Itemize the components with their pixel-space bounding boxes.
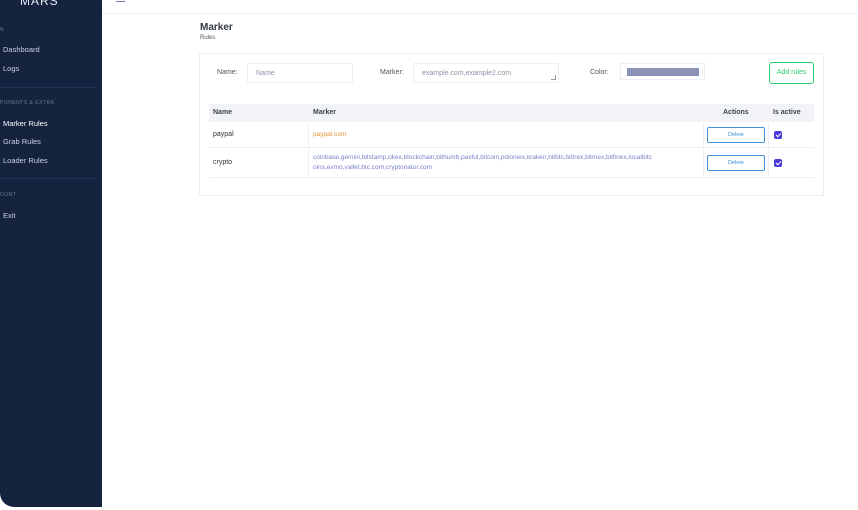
is-active-checkbox[interactable] — [774, 159, 782, 167]
rule-name: paypal — [213, 131, 234, 138]
rule-marker-line: oins,exmo,vallet.btc.com,cryptonator.com — [313, 164, 433, 171]
top-bar — [102, 0, 858, 14]
table-header: Name Marker Actions Is active — [209, 104, 814, 122]
color-picker[interactable] — [620, 63, 705, 80]
column-divider — [703, 123, 704, 178]
name-label: Name: — [217, 69, 238, 76]
marker-textarea[interactable]: example.com,example2.com — [413, 63, 559, 83]
menu-toggle-icon[interactable] — [116, 1, 125, 2]
marker-textarea-placeholder: example.com,example2.com — [422, 70, 512, 77]
color-label: Color: — [590, 69, 609, 76]
column-header-is-active: Is active — [773, 109, 801, 116]
resize-grip-icon[interactable] — [551, 75, 556, 80]
rule-marker-line: coinbase,gemini,bitstamp,okex,blockchain… — [313, 154, 652, 161]
column-header-actions: Actions — [723, 109, 749, 116]
sidebar-item-exit[interactable]: Exit — [3, 211, 16, 220]
add-rules-button[interactable]: Add rules — [769, 62, 814, 84]
column-divider — [308, 123, 309, 178]
brand-logo: MARS — [20, 0, 59, 8]
sidebar-item-logs[interactable]: Logs — [3, 64, 19, 73]
sidebar-item-grab-rules[interactable]: Grab Rules — [3, 137, 41, 146]
sidebar-section-main: N — [0, 27, 5, 33]
column-header-name: Name — [213, 109, 233, 116]
marker-label: Marker: — [380, 69, 404, 76]
sidebar: MARS N Dashboard Logs PONENTS & EXTRA Ma… — [0, 0, 102, 507]
delete-button[interactable]: Delete — [707, 127, 765, 143]
sidebar-section-account: OUNT — [0, 192, 17, 198]
app-window: MARS N Dashboard Logs PONENTS & EXTRA Ma… — [0, 0, 858, 510]
page-subtitle: Rules — [200, 35, 216, 41]
rule-name: crypto — [213, 159, 233, 166]
rule-marker: paypal.com — [313, 131, 347, 138]
sidebar-divider — [0, 87, 96, 88]
sidebar-item-dashboard[interactable]: Dashboard — [3, 45, 40, 54]
rule-marker: coinbase,gemini,bitstamp,okex,blockchain… — [313, 153, 652, 173]
sidebar-section-components: PONENTS & EXTRA — [0, 100, 55, 106]
sidebar-divider — [0, 178, 96, 179]
column-divider — [768, 123, 769, 178]
delete-button[interactable]: Delete — [707, 155, 765, 171]
column-header-marker: Marker — [313, 109, 336, 116]
sidebar-item-loader-rules[interactable]: Loader Rules — [3, 156, 48, 165]
is-active-checkbox[interactable] — [774, 131, 782, 139]
page-title: Marker — [200, 22, 233, 33]
sidebar-item-marker-rules[interactable]: Marker Rules — [3, 119, 48, 128]
name-input[interactable]: Name — [247, 63, 353, 83]
color-swatch — [627, 68, 699, 76]
